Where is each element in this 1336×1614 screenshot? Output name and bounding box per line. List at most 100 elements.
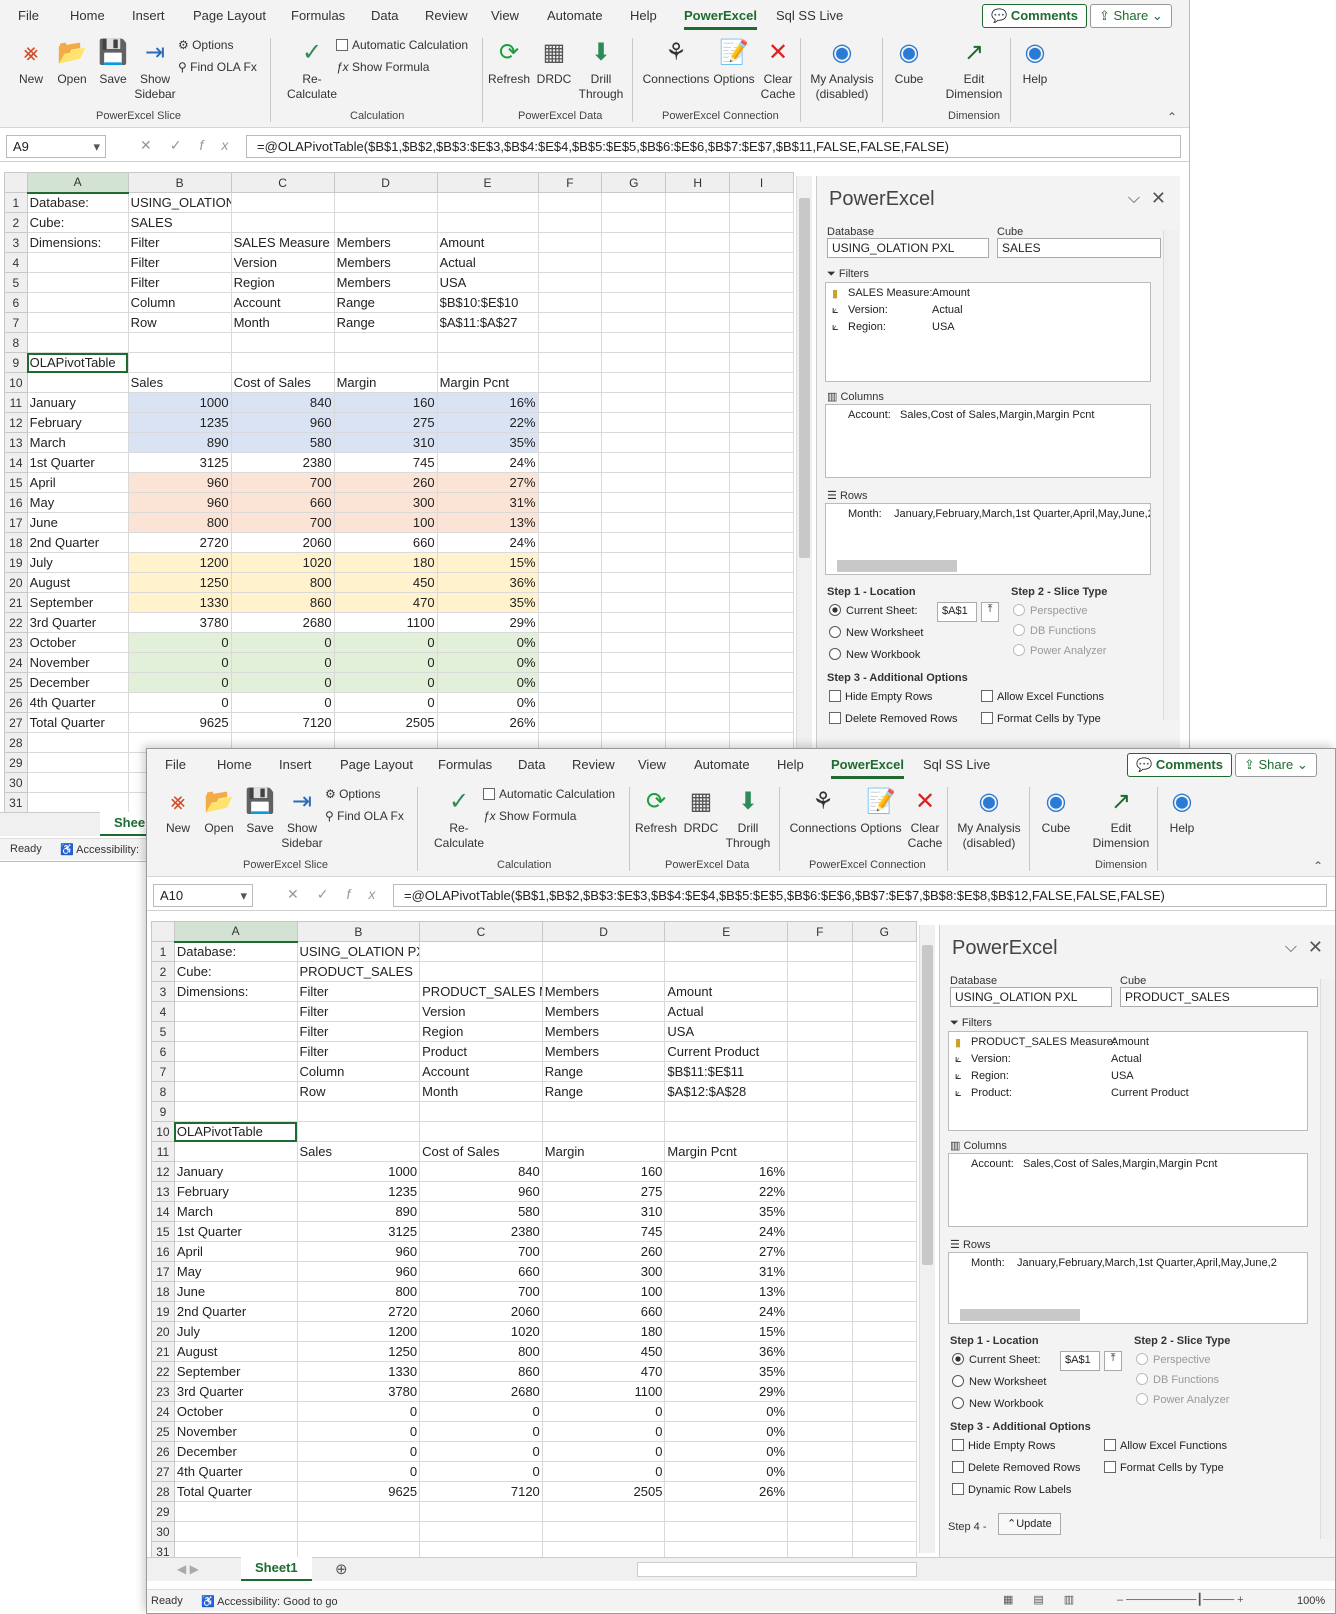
cell[interactable] — [665, 452, 731, 473]
add-sheet-icon[interactable]: ⊕ — [335, 1560, 348, 1578]
cell[interactable] — [601, 212, 667, 233]
cell[interactable]: 275 — [541, 1181, 666, 1202]
cell[interactable]: Account — [230, 292, 335, 313]
cell[interactable]: 450 — [333, 572, 438, 593]
cell[interactable]: 1st Quarter — [26, 452, 129, 473]
drdc-button[interactable]: ▦ DRDC — [681, 787, 721, 836]
cell[interactable] — [173, 1021, 298, 1042]
cell[interactable] — [601, 252, 667, 273]
cell[interactable] — [787, 1221, 853, 1242]
row-header[interactable]: 10 — [151, 1121, 175, 1142]
cell[interactable]: December — [173, 1441, 298, 1462]
cell[interactable]: 0% — [664, 1441, 789, 1462]
cell[interactable] — [729, 412, 794, 433]
cell[interactable]: 0 — [127, 652, 232, 673]
cell[interactable]: Sales — [296, 1141, 421, 1162]
cell[interactable] — [851, 1481, 917, 1502]
cell[interactable]: 4th Quarter — [26, 692, 129, 713]
formula-bar-controls[interactable]: ✕✓fx — [287, 886, 393, 903]
cell[interactable] — [665, 632, 731, 653]
cell[interactable]: USING_OLATION PXL — [127, 192, 232, 213]
cell[interactable]: Column — [127, 292, 232, 313]
automatic-calculation-checkbox[interactable]: Automatic Calculation — [483, 787, 615, 801]
cell[interactable] — [665, 312, 731, 333]
cell[interactable]: 3780 — [296, 1381, 421, 1402]
cell[interactable] — [601, 332, 667, 353]
cell[interactable] — [601, 672, 667, 693]
column-header[interactable]: D — [541, 921, 666, 942]
row-header[interactable]: 21 — [4, 592, 28, 613]
cell[interactable]: 2505 — [333, 712, 438, 733]
cell[interactable] — [729, 252, 794, 273]
sheet-tab[interactable]: Sheet1 — [241, 1557, 312, 1581]
cell[interactable]: 0 — [127, 692, 232, 713]
cell[interactable]: March — [173, 1201, 298, 1222]
cell[interactable] — [665, 652, 731, 673]
cell[interactable]: 0 — [127, 672, 232, 693]
cell[interactable]: Dimensions: — [26, 232, 129, 253]
cell[interactable]: Range — [333, 292, 438, 313]
column-header[interactable]: C — [419, 921, 543, 942]
cell[interactable]: Members — [541, 1041, 666, 1062]
column-header[interactable]: H — [665, 172, 731, 193]
cell[interactable]: 0% — [664, 1461, 789, 1482]
cell[interactable] — [664, 1501, 789, 1522]
cell[interactable]: Range — [541, 1081, 666, 1102]
zoom-level[interactable]: 100% — [1297, 1595, 1325, 1607]
cell[interactable] — [419, 961, 543, 982]
cell[interactable]: 0 — [419, 1421, 543, 1442]
cell[interactable]: 2nd Quarter — [173, 1301, 298, 1322]
tab-powerexcel[interactable]: PowerExcel — [831, 757, 904, 779]
cell[interactable] — [665, 472, 731, 493]
row-header[interactable]: 3 — [4, 232, 28, 253]
cell[interactable]: 24% — [436, 452, 539, 473]
cell[interactable]: November — [173, 1421, 298, 1442]
cell[interactable]: 745 — [333, 452, 438, 473]
cell[interactable] — [601, 492, 667, 513]
cell[interactable] — [787, 1321, 853, 1342]
cell[interactable]: 1200 — [296, 1321, 421, 1342]
cell[interactable] — [601, 292, 667, 313]
cell[interactable] — [787, 1061, 853, 1082]
show-formula-button[interactable]: ƒx Show Formula — [483, 809, 576, 823]
cell[interactable]: 13% — [436, 512, 539, 533]
cell[interactable]: 4th Quarter — [173, 1461, 298, 1482]
cell[interactable]: Column — [296, 1061, 421, 1082]
cell[interactable] — [230, 192, 335, 213]
cell[interactable] — [851, 1221, 917, 1242]
cell[interactable]: September — [173, 1361, 298, 1382]
filters-list[interactable]: SALES Measure: Amount ▮ Version: Actual ⟀ Regi… — [825, 282, 1151, 382]
cell[interactable]: 840 — [419, 1161, 543, 1182]
cell[interactable] — [26, 792, 129, 813]
current-sheet-radio[interactable]: Current Sheet: — [952, 1353, 1041, 1366]
cell[interactable] — [729, 472, 794, 493]
cell[interactable]: SALES — [127, 212, 232, 233]
row-header[interactable]: 5 — [4, 272, 28, 293]
cell[interactable]: 24% — [436, 532, 539, 553]
find-ola-fx-button[interactable]: ⚲ Find OLA Fx — [325, 809, 404, 823]
cell[interactable]: July — [26, 552, 129, 573]
cell[interactable] — [436, 332, 539, 353]
cell[interactable]: 2380 — [419, 1221, 543, 1242]
cell[interactable]: Cube: — [26, 212, 129, 233]
cube-button[interactable]: ◉ Cube — [888, 38, 930, 87]
cell[interactable]: 15% — [436, 552, 539, 573]
cell[interactable]: 1000 — [296, 1161, 421, 1182]
comments-button[interactable]: 💬 Comments — [982, 4, 1087, 28]
cell[interactable] — [664, 1121, 789, 1142]
cell[interactable]: 0 — [333, 652, 438, 673]
cell[interactable] — [537, 672, 603, 693]
row-header[interactable]: 15 — [4, 472, 28, 493]
cell[interactable] — [729, 352, 794, 373]
cube-button[interactable]: ◉ Cube — [1035, 787, 1077, 836]
cell[interactable]: 0 — [230, 692, 335, 713]
cell[interactable] — [664, 961, 789, 982]
slice-type-pa-radio[interactable]: Power Analyzer — [1013, 644, 1106, 657]
name-box[interactable]: A10 ▾ — [153, 884, 253, 907]
cell[interactable]: PRODUCT_SALES — [296, 961, 421, 982]
cell[interactable] — [851, 1321, 917, 1342]
clear-cache-button[interactable]: ✕ Clear Cache — [905, 787, 945, 851]
cell[interactable] — [787, 1141, 853, 1162]
collapse-ribbon-icon[interactable]: ⌃ — [1313, 859, 1323, 873]
cell[interactable]: 3rd Quarter — [26, 612, 129, 633]
